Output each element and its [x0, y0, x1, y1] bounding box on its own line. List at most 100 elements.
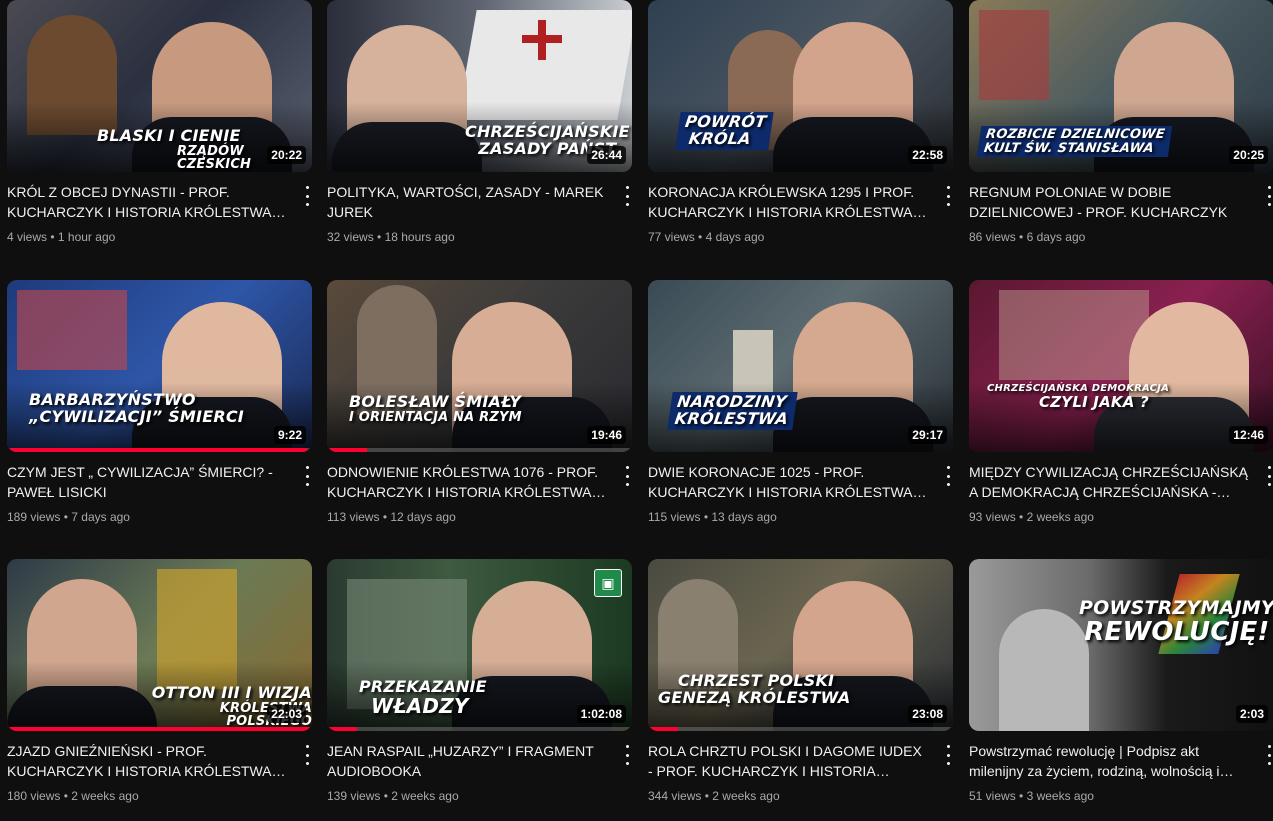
- video-title[interactable]: Powstrzymać rewolucję | Podpisz akt mile…: [969, 741, 1249, 781]
- meta-separator: •: [63, 510, 68, 524]
- duration-badge: 9:22: [273, 426, 306, 444]
- video-thumbnail[interactable]: ▣ PRZEKAZANIE WŁADZY 1:02:08: [327, 559, 632, 731]
- video-thumbnail[interactable]: BLASKI I CIENIE RZĄDÓW CZESKICH 20:22: [7, 0, 312, 172]
- duration-badge: 2:03: [1235, 705, 1268, 723]
- video-card[interactable]: CHRZEŚCIJAŃSKA DEMOKRACJA CZYLI JAKA ? 1…: [969, 280, 1273, 542]
- more-options-icon[interactable]: [1264, 186, 1273, 206]
- video-meta: 344 views • 2 weeks ago: [648, 789, 780, 803]
- more-options-icon[interactable]: [943, 186, 953, 206]
- video-card[interactable]: NARODZINY KRÓLESTWA 29:17 DWIE KORONACJE…: [648, 280, 953, 542]
- video-meta: 115 views • 13 days ago: [648, 510, 777, 524]
- watch-progress: [648, 727, 678, 731]
- meta-separator: •: [63, 789, 68, 803]
- video-thumbnail[interactable]: OTTON III I WIZJA KRÓLESTWA POLSKIEGO 22…: [7, 559, 312, 731]
- upload-age: 3 weeks ago: [1026, 789, 1094, 803]
- duration-badge: 26:44: [587, 146, 626, 164]
- view-count: 77 views: [648, 230, 695, 244]
- view-count: 32 views: [327, 230, 374, 244]
- video-meta: 180 views • 2 weeks ago: [7, 789, 139, 803]
- more-options-icon[interactable]: [302, 186, 312, 206]
- video-card[interactable]: OTTON III I WIZJA KRÓLESTWA POLSKIEGO 22…: [7, 559, 312, 821]
- video-title[interactable]: ROLA CHRZTU POLSKI I DAGOME IUDEX - PROF…: [648, 741, 928, 781]
- more-options-icon[interactable]: [302, 745, 312, 765]
- video-thumbnail[interactable]: CHRZEST POLSKI GENEZĄ KRÓLESTWA 23:08: [648, 559, 953, 731]
- duration-badge: 23:08: [908, 705, 947, 723]
- video-card[interactable]: CHRZEŚCIJAŃSKIE ZASADY PAŃST 26:44 POLIT…: [327, 0, 632, 262]
- video-card[interactable]: BOLESŁAW ŚMIAŁY I ORIENTACJA NA RZYM 19:…: [327, 280, 632, 542]
- more-options-icon[interactable]: [1264, 745, 1273, 765]
- video-meta: 139 views • 2 weeks ago: [327, 789, 459, 803]
- more-options-icon[interactable]: [622, 466, 632, 486]
- video-thumbnail[interactable]: BARBARZYŃSTWO „CYWILIZACJI” ŚMIERCI 9:22: [7, 280, 312, 452]
- meta-separator: •: [1019, 230, 1024, 244]
- video-thumbnail[interactable]: BOLESŁAW ŚMIAŁY I ORIENTACJA NA RZYM 19:…: [327, 280, 632, 452]
- more-options-icon[interactable]: [302, 466, 312, 486]
- thumbnail-text-line2: GENEZĄ KRÓLESTWA: [658, 687, 851, 707]
- video-meta: 86 views • 6 days ago: [969, 230, 1085, 244]
- video-card[interactable]: POWSTRZYMAJMY REWOLUCJĘ! 2:03 Powstrzyma…: [969, 559, 1273, 821]
- thumbnail-text-line1: OTTON III I WIZJA: [151, 683, 312, 702]
- view-count: 4 views: [7, 230, 48, 244]
- progress-track: [327, 727, 632, 731]
- video-card[interactable]: POWRÓT KRÓLA 22:58 KORONACJA KRÓLEWSKA 1…: [648, 0, 953, 262]
- video-title[interactable]: ZJAZD GNIEŹNIEŃSKI - PROF. KUCHARCZYK I …: [7, 741, 287, 781]
- thumbnail-text-line2: „CYWILIZACJI” ŚMIERCI: [29, 406, 244, 426]
- thumbnail-text-line1: POWSTRZYMAJMY: [1079, 597, 1273, 619]
- video-meta: 51 views • 3 weeks ago: [969, 789, 1094, 803]
- view-count: 180 views: [7, 789, 61, 803]
- video-card[interactable]: BARBARZYŃSTWO „CYWILIZACJI” ŚMIERCI 9:22…: [7, 280, 312, 542]
- duration-badge: 19:46: [587, 426, 626, 444]
- video-thumbnail[interactable]: POWSTRZYMAJMY REWOLUCJĘ! 2:03: [969, 559, 1273, 731]
- watch-progress: [7, 727, 312, 731]
- thumbnail-text-line2: I ORIENTACJA NA RZYM: [349, 409, 522, 425]
- video-meta: 77 views • 4 days ago: [648, 230, 764, 244]
- video-thumbnail[interactable]: CHRZEŚCIJAŃSKA DEMOKRACJA CZYLI JAKA ? 1…: [969, 280, 1273, 452]
- meta-separator: •: [704, 789, 709, 803]
- meta-separator: •: [383, 789, 388, 803]
- view-count: 115 views: [648, 510, 701, 524]
- video-title[interactable]: DWIE KORONACJE 1025 - PROF. KUCHARCZYK I…: [648, 462, 928, 502]
- view-count: 86 views: [969, 230, 1016, 244]
- video-card[interactable]: ▣ PRZEKAZANIE WŁADZY 1:02:08 JEAN RASPAI…: [327, 559, 632, 821]
- video-title[interactable]: CZYM JEST „ CYWILIZACJA” ŚMIERCI? - PAWE…: [7, 462, 287, 502]
- upload-age: 2 weeks ago: [712, 789, 780, 803]
- video-thumbnail[interactable]: CHRZEŚCIJAŃSKIE ZASADY PAŃST 26:44: [327, 0, 632, 172]
- video-title[interactable]: KRÓL Z OBCEJ DYNASTII - PROF. KUCHARCZYK…: [7, 182, 287, 222]
- video-card[interactable]: BLASKI I CIENIE RZĄDÓW CZESKICH 20:22 KR…: [7, 0, 312, 262]
- video-title[interactable]: POLITYKA, WARTOŚCI, ZASADY - MAREK JUREK: [327, 182, 607, 222]
- thumbnail-text-line1: ROZBICIE DZIELNICOWE: [984, 127, 1166, 142]
- video-thumbnail[interactable]: NARODZINY KRÓLESTWA 29:17: [648, 280, 953, 452]
- meta-separator: •: [50, 230, 55, 244]
- thumbnail-text-line2: REWOLUCJĘ!: [1084, 616, 1270, 647]
- publisher-logo-icon: ▣: [594, 569, 622, 597]
- progress-track: [648, 727, 953, 731]
- video-title[interactable]: REGNUM POLONIAE W DOBIE DZIELNICOWEJ - P…: [969, 182, 1249, 222]
- video-card[interactable]: CHRZEST POLSKI GENEZĄ KRÓLESTWA 23:08 RO…: [648, 559, 953, 821]
- video-title[interactable]: ODNOWIENIE KRÓLESTWA 1076 - PROF. KUCHAR…: [327, 462, 607, 502]
- view-count: 51 views: [969, 789, 1016, 803]
- more-options-icon[interactable]: [943, 745, 953, 765]
- video-meta: 189 views • 7 days ago: [7, 510, 130, 524]
- more-options-icon[interactable]: [943, 466, 953, 486]
- video-thumbnail[interactable]: POWRÓT KRÓLA 22:58: [648, 0, 953, 172]
- upload-age: 4 days ago: [705, 230, 765, 244]
- video-title[interactable]: JEAN RASPAIL „HUZARZY” I FRAGMENT AUDIOB…: [327, 741, 607, 781]
- thumbnail-text-line2: KRÓLESTWA: [673, 408, 790, 428]
- more-options-icon[interactable]: [622, 186, 632, 206]
- duration-badge: 1:02:08: [576, 705, 626, 723]
- meta-separator: •: [382, 510, 388, 524]
- upload-age: 7 days ago: [71, 510, 130, 524]
- duration-badge: 20:25: [1229, 146, 1268, 164]
- meta-separator: •: [698, 230, 703, 244]
- video-title[interactable]: MIĘDZY CYWILIZACJĄ CHRZEŚCIJAŃSKĄ A DEMO…: [969, 462, 1249, 502]
- video-meta: 113 views • 12 days ago: [327, 510, 456, 524]
- video-title[interactable]: KORONACJA KRÓLEWSKA 1295 I PROF. KUCHARC…: [648, 182, 928, 222]
- more-options-icon[interactable]: [1264, 466, 1273, 486]
- video-thumbnail[interactable]: ROZBICIE DZIELNICOWE KULT ŚW. STANISŁAWA…: [969, 0, 1273, 172]
- thumbnail-text-line1: BOLESŁAW ŚMIAŁY: [349, 392, 522, 411]
- video-card[interactable]: ROZBICIE DZIELNICOWE KULT ŚW. STANISŁAWA…: [969, 0, 1273, 262]
- upload-age: 6 days ago: [1026, 230, 1086, 244]
- more-options-icon[interactable]: [622, 745, 632, 765]
- duration-badge: 12:46: [1229, 426, 1268, 444]
- thumbnail-text-line2: KULT ŚW. STANISŁAWA: [983, 140, 1155, 156]
